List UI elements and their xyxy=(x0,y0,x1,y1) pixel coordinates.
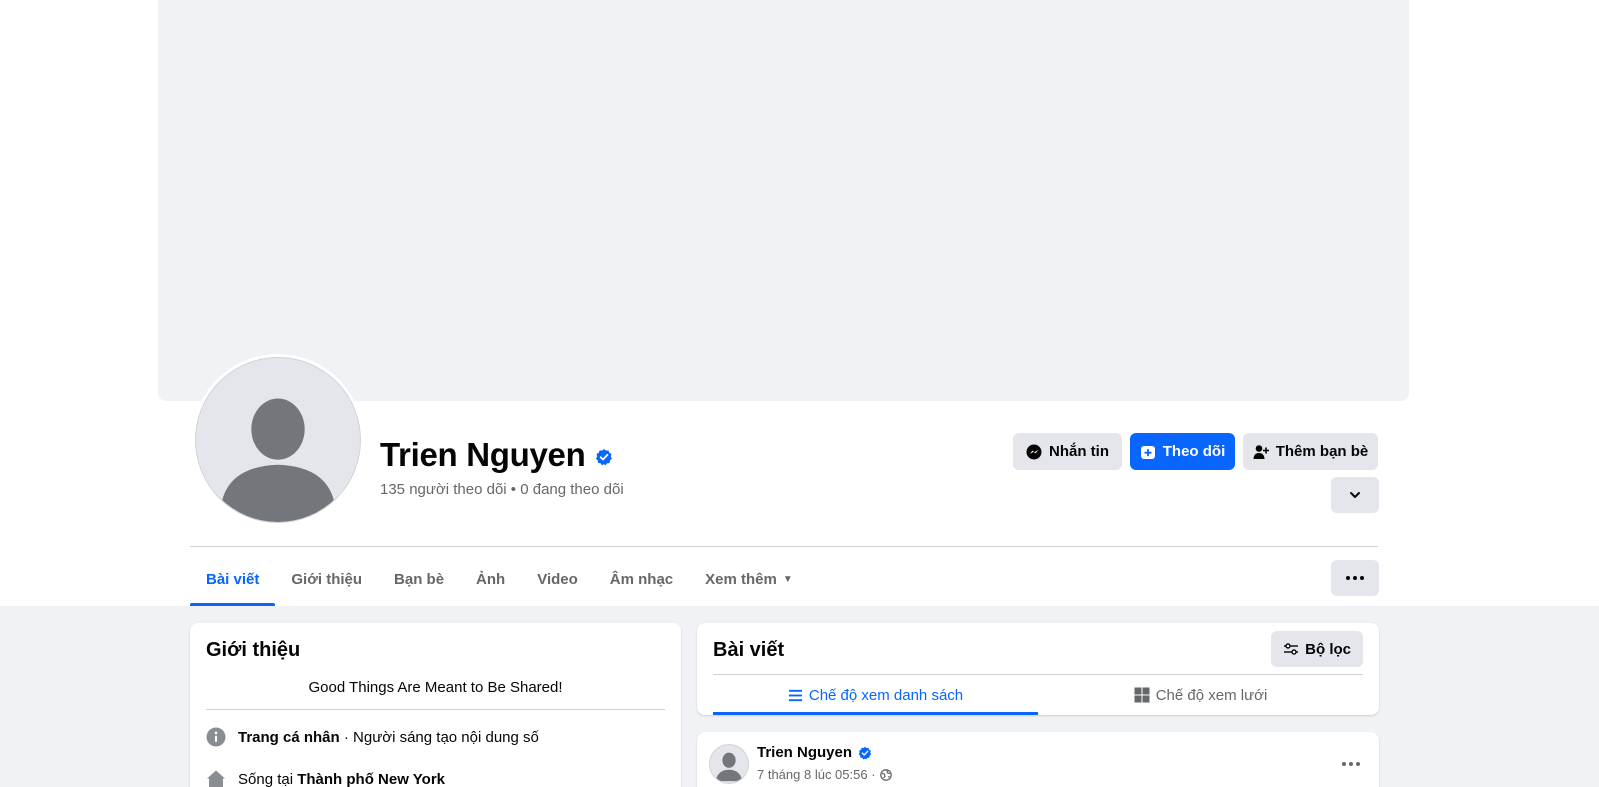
follow-icon xyxy=(1140,445,1155,459)
post-author[interactable]: Trien Nguyen xyxy=(757,744,872,761)
message-button-label: Nhắn tin xyxy=(1049,443,1109,460)
more-dots-icon xyxy=(1339,756,1363,772)
tab-music-label: Âm nhạc xyxy=(609,571,674,588)
tab-about-label: Giới thiệu xyxy=(291,571,363,588)
tabs-more-button[interactable] xyxy=(1331,560,1379,596)
default-avatar-icon xyxy=(220,398,336,522)
lives-in-value[interactable]: Thành phố New York xyxy=(297,771,445,787)
tab-see-more-label: Xem thêm xyxy=(705,571,777,588)
view-mode-tabs: Chế độ xem danh sách Chế độ xem lưới xyxy=(713,674,1363,715)
list-icon xyxy=(788,689,802,701)
profile-header: Trien Nguyen 135 người theo dõi • 0 đang… xyxy=(0,0,1599,606)
intro-title: Giới thiệu xyxy=(206,639,301,661)
tab-grid-view[interactable]: Chế độ xem lưới xyxy=(1038,675,1363,715)
info-icon xyxy=(206,727,226,747)
add-friend-icon xyxy=(1253,444,1269,459)
profile-avatar[interactable] xyxy=(192,354,364,526)
verified-badge-icon xyxy=(858,746,872,759)
tab-see-more[interactable]: Xem thêm ▼ xyxy=(689,553,809,606)
profile-tabs: Bài viết Giới thiệu Bạn bè Ảnh Video Âm … xyxy=(190,553,809,606)
follow-button[interactable]: Theo dõi xyxy=(1130,433,1235,470)
tab-photos-label: Ảnh xyxy=(476,571,506,588)
caret-down-icon: ▼ xyxy=(782,574,793,585)
tab-list-view[interactable]: Chế độ xem danh sách xyxy=(713,675,1038,715)
cover-photo[interactable] xyxy=(158,0,1409,401)
follow-button-label: Theo dõi xyxy=(1162,443,1226,460)
home-icon xyxy=(207,770,225,787)
more-dots-icon xyxy=(1346,576,1364,580)
add-friend-button-label: Thêm bạn bè xyxy=(1275,443,1369,460)
grid-view-label: Chế độ xem lưới xyxy=(1155,686,1268,704)
post-time-text: 7 tháng 8 lúc 05:56 · xyxy=(757,767,876,782)
tab-music[interactable]: Âm nhạc xyxy=(594,553,689,606)
post-author-avatar[interactable] xyxy=(709,744,749,784)
globe-icon xyxy=(879,768,892,781)
tab-posts-label: Bài viết xyxy=(206,571,260,588)
header-divider xyxy=(190,546,1378,547)
posts-header-card: Bài viết Bộ lọc Chế độ xem danh sách Chế… xyxy=(697,623,1379,715)
profile-type-value: · Người sáng tạo nội dung số xyxy=(339,728,539,746)
default-avatar-icon xyxy=(715,752,743,782)
grid-icon xyxy=(1134,687,1150,703)
filter-icon xyxy=(1284,643,1299,655)
tab-photos[interactable]: Ảnh xyxy=(460,553,521,606)
verified-badge-icon[interactable] xyxy=(595,448,613,466)
post-card: Trien Nguyen 7 tháng 8 lúc 05:56 · xyxy=(697,732,1379,787)
chevron-down-icon xyxy=(1350,492,1360,498)
tab-posts[interactable]: Bài viết xyxy=(190,553,276,606)
message-button[interactable]: Nhắn tin xyxy=(1013,433,1122,470)
post-timestamp[interactable]: 7 tháng 8 lúc 05:56 · xyxy=(757,767,892,782)
tab-friends-label: Bạn bè xyxy=(394,571,445,588)
intro-profile-type: Trang cá nhân · Người sáng tạo nội dung … xyxy=(206,727,539,747)
post-options-button[interactable] xyxy=(1339,756,1363,772)
intro-bio: Good Things Are Meant to Be Shared! xyxy=(308,679,563,696)
profile-name-text: Trien Nguyen xyxy=(380,436,586,473)
lives-in-label: Sống tại xyxy=(238,770,298,787)
posts-title: Bài viết xyxy=(713,639,785,661)
add-friend-button[interactable]: Thêm bạn bè xyxy=(1243,433,1378,470)
profile-name: Trien Nguyen xyxy=(380,436,613,474)
more-options-dropdown-button[interactable] xyxy=(1331,477,1379,513)
filter-button[interactable]: Bộ lọc xyxy=(1271,631,1363,667)
tab-about[interactable]: Giới thiệu xyxy=(275,553,378,606)
list-view-label: Chế độ xem danh sách xyxy=(808,686,964,704)
filter-button-label: Bộ lọc xyxy=(1305,640,1351,658)
tab-videos[interactable]: Video xyxy=(521,553,594,606)
follower-stats[interactable]: 135 người theo dõi • 0 đang theo dõi xyxy=(380,481,624,498)
post-author-name: Trien Nguyen xyxy=(757,744,853,761)
intro-card: Giới thiệu Good Things Are Meant to Be S… xyxy=(190,623,681,787)
tab-friends[interactable]: Bạn bè xyxy=(378,553,460,606)
intro-lives-in: Sống tại Thành phố New York xyxy=(206,769,445,787)
profile-type-label: Trang cá nhân xyxy=(238,728,340,746)
tab-videos-label: Video xyxy=(537,571,578,588)
intro-divider xyxy=(206,709,665,710)
messenger-icon xyxy=(1026,444,1042,459)
